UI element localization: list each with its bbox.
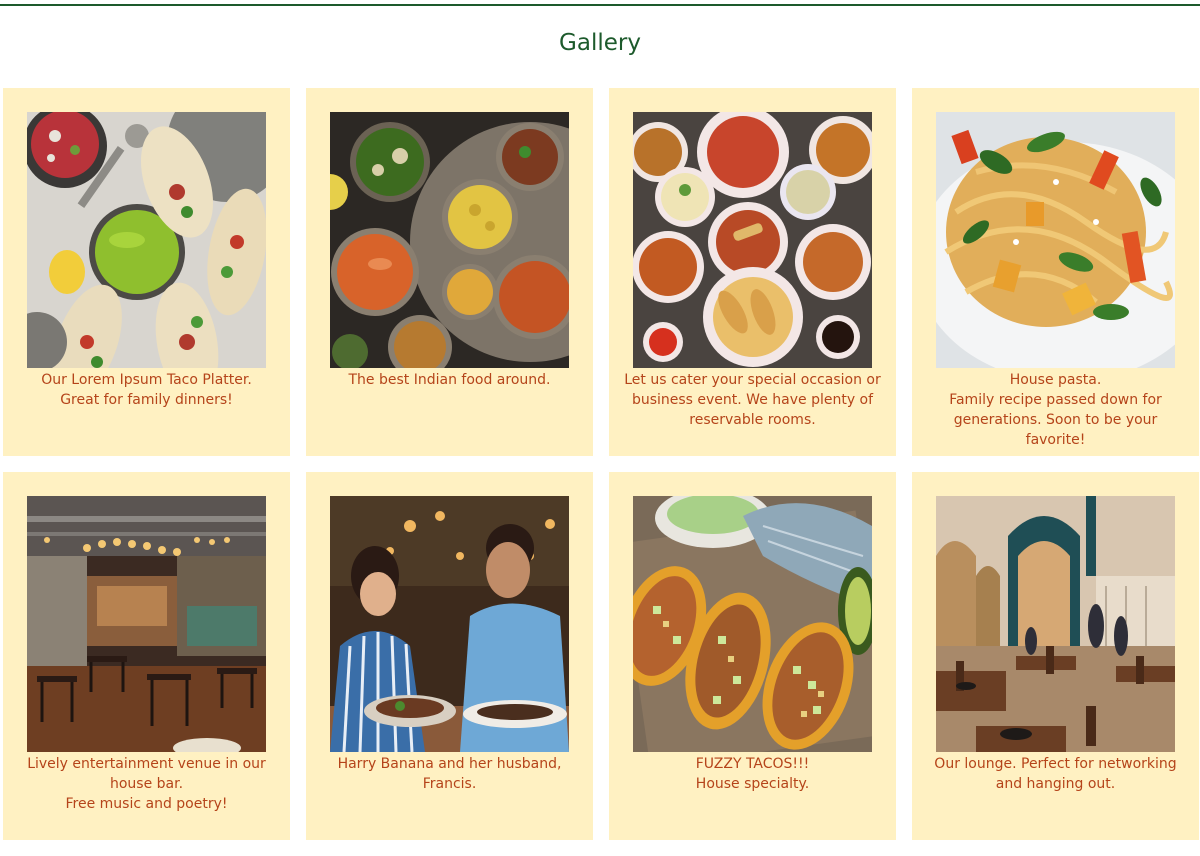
indian-food-photo[interactable] [330, 112, 569, 368]
gallery-caption: The best Indian food around. [348, 372, 551, 388]
gallery-caption: Harry Banana and her husband, Francis. [337, 756, 562, 792]
gallery-caption: FUZZY TACOS!!! House specialty. [695, 756, 810, 792]
entertainment-venue-photo[interactable] [27, 496, 266, 752]
gallery-caption: Our Lorem Ipsum Taco Platter. Great for … [41, 372, 252, 408]
gallery-card: Harry Banana and her husband, Francis. [306, 472, 593, 840]
fuzzy-tacos-photo[interactable] [633, 496, 872, 752]
gallery-card: FUZZY TACOS!!! House specialty. [609, 472, 896, 840]
gallery-grid: Our Lorem Ipsum Taco Platter. Great for … [3, 88, 1200, 840]
gallery-caption: Our lounge. Perfect for networking and h… [934, 756, 1177, 792]
house-pasta-photo[interactable] [936, 112, 1175, 368]
gallery-card: Lively entertainment venue in our house … [3, 472, 290, 840]
lounge-photo[interactable] [936, 496, 1175, 752]
gallery-card: Our lounge. Perfect for networking and h… [912, 472, 1199, 840]
gallery-card: Let us cater your special occasion or bu… [609, 88, 896, 456]
page-title: Gallery [559, 30, 641, 56]
gallery-card: The best Indian food around. [306, 88, 593, 456]
catering-spread-photo[interactable] [633, 112, 872, 368]
top-divider [0, 4, 1200, 6]
gallery-card: House pasta. Family recipe passed down f… [912, 88, 1199, 456]
gallery-caption: Lively entertainment venue in our house … [27, 756, 266, 812]
gallery-caption: House pasta. Family recipe passed down f… [949, 372, 1162, 448]
gallery-card: Our Lorem Ipsum Taco Platter. Great for … [3, 88, 290, 456]
taco-platter-photo[interactable] [27, 112, 266, 368]
gallery-caption: Let us cater your special occasion or bu… [624, 372, 881, 428]
couple-dining-photo[interactable] [330, 496, 569, 752]
